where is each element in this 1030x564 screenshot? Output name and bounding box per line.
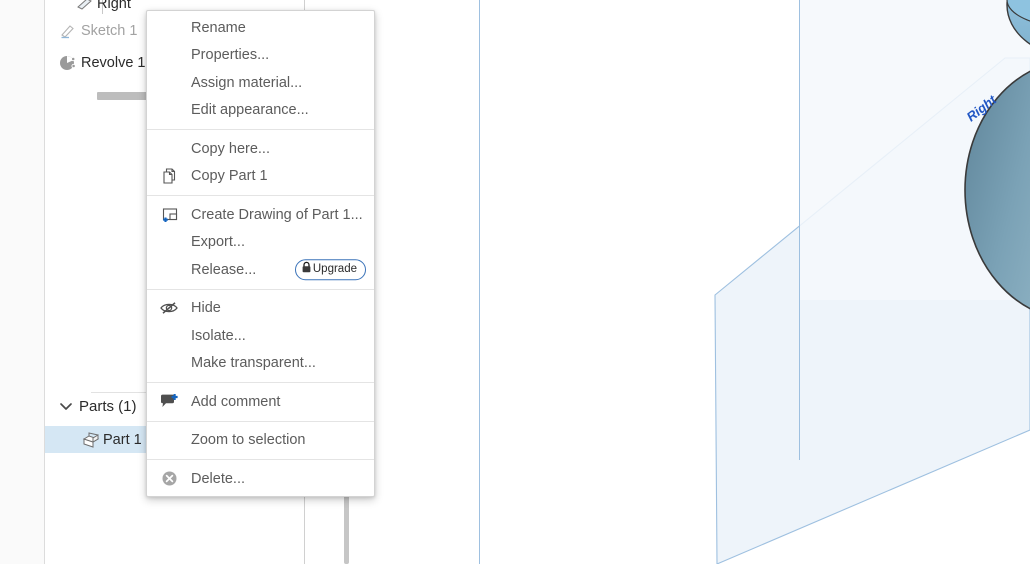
tree-item-label: Right (97, 0, 131, 12)
menu-separator (147, 288, 374, 290)
part-solid-icon (77, 431, 103, 448)
menu-item-release[interactable]: Release... Upgrade (147, 256, 374, 284)
add-comment-icon (147, 393, 191, 410)
create-drawing-icon (147, 206, 191, 223)
menu-item-label: Hide (191, 300, 221, 317)
menu-item-label: Add comment (191, 393, 281, 410)
menu-item-zoom-to-selection[interactable]: Zoom to selection (147, 427, 374, 455)
menu-item-label: Export... (191, 234, 245, 251)
part-context-menu[interactable]: Rename Properties... Assign material... … (146, 10, 375, 497)
menu-separator (147, 420, 374, 422)
tree-item-label: Revolve 1 (81, 55, 146, 71)
menu-item-label: Zoom to selection (191, 432, 306, 449)
application-window: Right Right Sketch 1 Revolve 1 Parts (1)… (0, 0, 1030, 564)
menu-item-create-drawing[interactable]: Create Drawing of Part 1... (147, 201, 374, 229)
graphics-viewport[interactable]: Right (305, 0, 1030, 564)
chevron-down-icon[interactable] (53, 401, 79, 411)
context-menu-group: Delete... (147, 462, 374, 496)
context-menu-group: Copy here... Copy Part 1 (147, 132, 374, 193)
menu-separator (147, 129, 374, 130)
menu-separator (147, 195, 374, 196)
menu-item-delete[interactable]: Delete... (147, 465, 374, 493)
context-menu-group: Zoom to selection (147, 424, 374, 458)
context-menu-group: Create Drawing of Part 1... Export... Re… (147, 198, 374, 287)
menu-item-label: Isolate... (191, 327, 246, 344)
upgrade-badge-label: Upgrade (312, 262, 357, 275)
menu-item-label: Delete... (191, 470, 245, 487)
menu-item-label: Copy here... (191, 140, 270, 157)
menu-item-add-comment[interactable]: Add comment (147, 388, 374, 416)
menu-item-rename[interactable]: Rename (147, 14, 374, 42)
menu-item-label: Create Drawing of Part 1... (191, 206, 363, 223)
menu-item-label: Copy Part 1 (191, 168, 268, 185)
copy-icon (147, 167, 191, 185)
left-toolbar-gutter (0, 0, 45, 564)
context-menu-group: Hide Isolate... Make transparent... (147, 292, 374, 381)
menu-separator (147, 382, 374, 383)
revolve-icon (55, 54, 81, 72)
menu-item-copy-here[interactable]: Copy here... (147, 135, 374, 163)
menu-item-make-transparent[interactable]: Make transparent... (147, 350, 374, 378)
upgrade-badge[interactable]: Upgrade (294, 258, 366, 281)
reference-plane-top (799, 0, 800, 460)
menu-item-label: Rename (191, 19, 246, 36)
menu-item-edit-appearance[interactable]: Edit appearance... (147, 97, 374, 125)
plane-icon (71, 0, 97, 11)
menu-item-label: Assign material... (191, 74, 303, 91)
tree-item-label: Sketch 1 (81, 23, 138, 39)
hide-eye-icon (147, 301, 191, 315)
reference-plane-front (479, 0, 480, 564)
menu-separator (147, 459, 374, 460)
menu-item-hide[interactable]: Hide (147, 295, 374, 323)
parts-list-item-label: Part 1 (103, 431, 142, 448)
parts-section-label: Parts (1) (79, 397, 137, 415)
context-menu-group: Add comment (147, 385, 374, 419)
menu-item-label: Make transparent... (191, 355, 316, 372)
sketch-icon (55, 23, 81, 39)
menu-item-copy-part[interactable]: Copy Part 1 (147, 163, 374, 191)
menu-item-assign-material[interactable]: Assign material... (147, 69, 374, 97)
lock-icon (301, 261, 312, 279)
menu-item-export[interactable]: Export... (147, 229, 374, 257)
menu-item-label: Edit appearance... (191, 102, 309, 119)
delete-icon (147, 470, 191, 487)
menu-item-label: Properties... (191, 47, 270, 64)
context-menu-group: Rename Properties... Assign material... … (147, 11, 374, 127)
menu-item-isolate[interactable]: Isolate... (147, 322, 374, 350)
menu-item-properties[interactable]: Properties... (147, 42, 374, 70)
